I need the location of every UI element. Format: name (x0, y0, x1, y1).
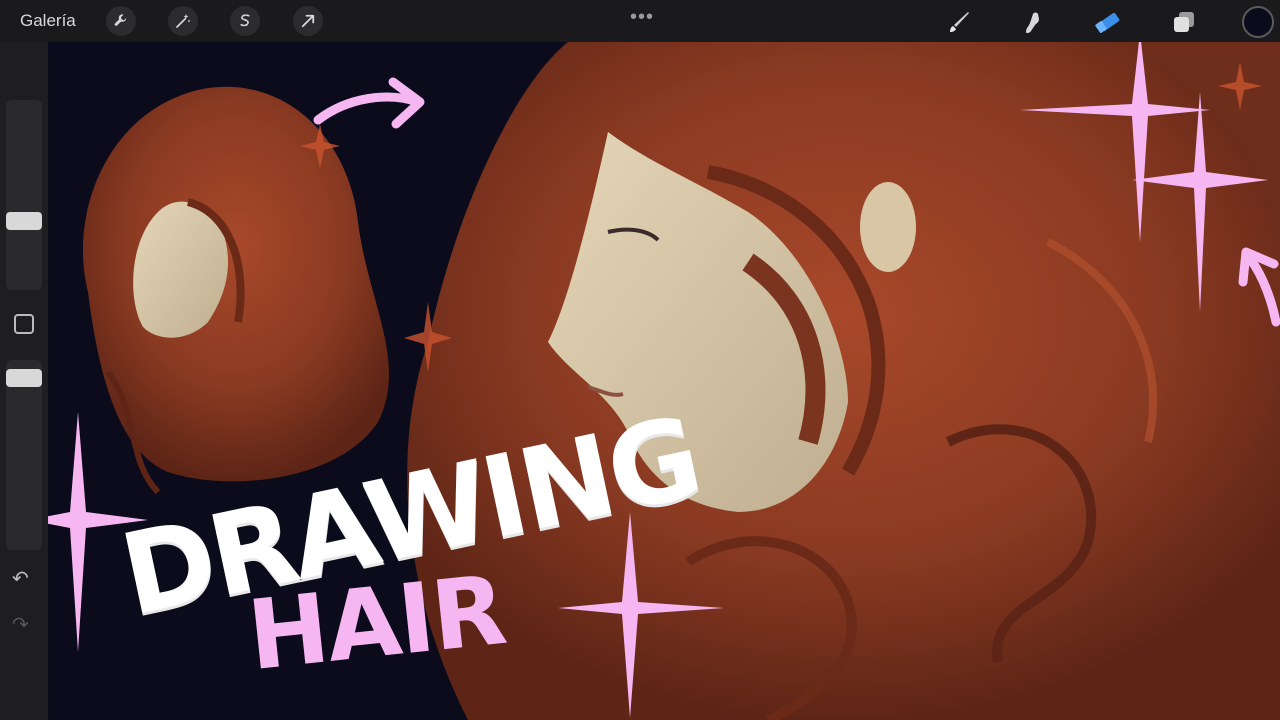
transform-arrow-icon[interactable] (293, 6, 323, 36)
undo-button[interactable]: ↶ (12, 566, 29, 591)
gallery-button[interactable]: Galería (20, 11, 76, 31)
left-sidebar: ↶ ↷ (0, 42, 48, 720)
opacity-slider[interactable] (6, 360, 42, 550)
large-portrait (407, 42, 1280, 720)
brush-size-thumb[interactable] (6, 211, 42, 230)
magic-wand-icon[interactable] (168, 6, 198, 36)
smudge-icon[interactable] (1016, 6, 1048, 38)
selection-icon[interactable] (230, 6, 260, 36)
modify-button[interactable] (14, 314, 34, 334)
redo-button[interactable]: ↷ (12, 612, 29, 637)
eraser-icon[interactable] (1092, 6, 1124, 38)
more-options-button[interactable]: ••• (630, 6, 654, 29)
brush-icon[interactable] (942, 6, 974, 38)
drawing-canvas[interactable]: DRAWING HAIR (48, 42, 1280, 720)
wrench-icon[interactable] (106, 6, 136, 36)
layers-icon[interactable] (1168, 6, 1200, 38)
brush-size-slider[interactable] (6, 100, 42, 290)
color-picker-swatch[interactable] (1242, 6, 1274, 38)
opacity-thumb[interactable] (6, 368, 42, 387)
top-toolbar: Galería ••• (0, 0, 1280, 42)
